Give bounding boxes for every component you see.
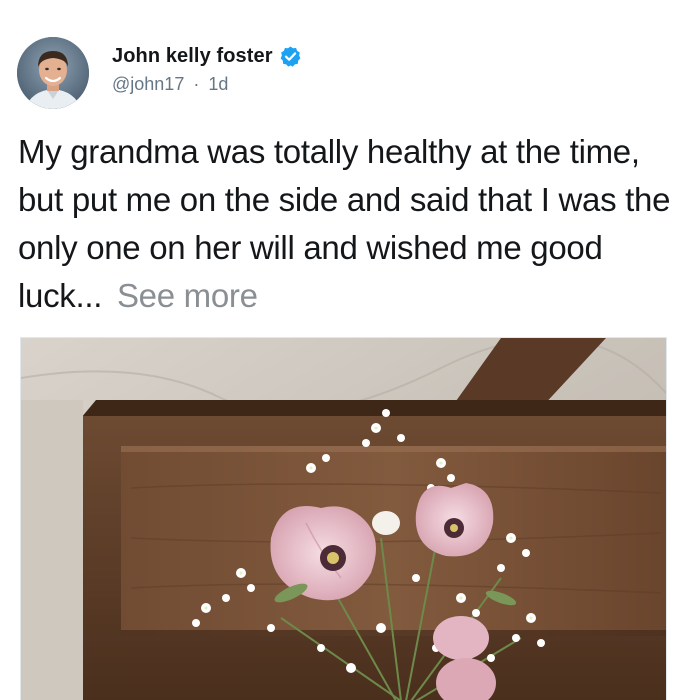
tweet-text: My grandma was totally healthy at the ti…	[18, 133, 671, 314]
tweet-body: My grandma was totally healthy at the ti…	[18, 128, 688, 320]
see-more-link[interactable]: See more	[117, 277, 258, 314]
name-row: John kelly foster	[112, 45, 302, 68]
author-display-name[interactable]: John kelly foster	[112, 45, 273, 68]
tweet-card: John kelly foster @john17 · 1d My grandm…	[0, 0, 700, 700]
coffin-with-flowers-photo-icon	[21, 338, 666, 700]
meta-separator: ·	[193, 74, 200, 94]
avatar-photo-icon	[17, 37, 89, 109]
tweet-timestamp[interactable]: 1d	[208, 74, 228, 94]
verified-badge-icon	[279, 45, 302, 68]
author-handle[interactable]: @john17	[112, 74, 184, 94]
tweet-header: John kelly foster @john17 · 1d	[17, 37, 302, 109]
avatar[interactable]	[17, 37, 89, 109]
tweet-media[interactable]	[20, 337, 667, 700]
author-identity: John kelly foster @john17 · 1d	[112, 45, 302, 95]
author-meta: @john17 · 1d	[112, 74, 302, 95]
